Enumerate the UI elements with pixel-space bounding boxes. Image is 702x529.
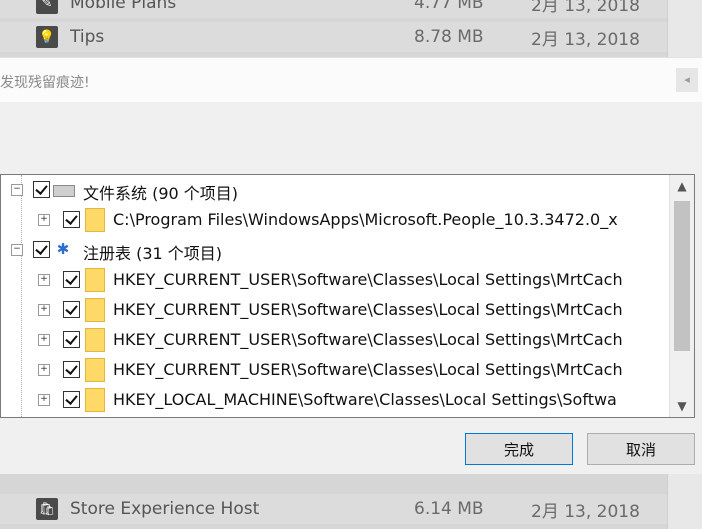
app-date: 2月 13, 2018 (531, 501, 640, 522)
expand-toggle[interactable]: + (38, 274, 50, 286)
leftovers-dialog: 发现残留痕迹! ◂ − 文件系统 (90 个项目) + C:\Program F… (0, 57, 702, 474)
tree-node-label: C:\Program Files\WindowsApps\Microsoft.P… (113, 210, 618, 229)
tree-node-label: HKEY_LOCAL_MACHINE\Software\Classes\Loca… (113, 390, 617, 409)
folder-icon (85, 358, 105, 382)
mobile-plans-icon: ✎ (36, 0, 58, 14)
app-name: Tips (70, 27, 105, 47)
app-size: 6.14 MB (414, 499, 484, 519)
collapse-toggle[interactable]: − (11, 244, 23, 256)
checkbox[interactable] (33, 241, 50, 258)
collapse-toggle[interactable]: − (11, 184, 23, 196)
tree-node-registry[interactable]: − ✱ 注册表 (31 个项目) (1, 235, 669, 265)
list-item[interactable]: 💡 Tips 8.78 MB 2月 13, 2018 (0, 22, 668, 52)
app-name: Mobile Plans (70, 0, 177, 13)
finish-button[interactable]: 完成 (465, 433, 573, 465)
tree-scrollbar[interactable]: ▲ ▼ (669, 175, 694, 417)
scroll-up-icon[interactable]: ▲ (670, 175, 694, 197)
list-item[interactable]: ✎ Mobile Plans 4.77 MB 2月 13, 2018 (0, 0, 668, 18)
tips-icon: 💡 (36, 26, 58, 48)
checkbox[interactable] (33, 181, 50, 198)
checkbox[interactable] (63, 271, 80, 288)
folder-icon (85, 388, 105, 412)
close-icon[interactable]: ◂ (676, 68, 698, 92)
tree-node[interactable]: + HKEY_CURRENT_USER\Software\Classes\Loc… (1, 295, 669, 325)
expand-toggle[interactable]: + (38, 394, 50, 406)
app-date: 2月 13, 2018 (531, 0, 640, 16)
checkbox[interactable] (63, 331, 80, 348)
checkbox[interactable] (63, 301, 80, 318)
tree-node-filesystem[interactable]: − 文件系统 (90 个项目) (1, 175, 669, 205)
tree-node[interactable]: + HKEY_CURRENT_USER\Software\Classes\Loc… (1, 325, 669, 355)
store-experience-host-icon: 🛍 (36, 498, 58, 520)
expand-toggle[interactable]: + (38, 214, 50, 226)
tree-node-label: HKEY_CURRENT_USER\Software\Classes\Local… (113, 270, 623, 289)
expand-toggle[interactable]: + (38, 304, 50, 316)
cancel-button[interactable]: 取消 (587, 433, 695, 465)
app-date: 2月 13, 2018 (531, 29, 640, 50)
scroll-thumb[interactable] (674, 201, 690, 351)
dialog-header: 发现残留痕迹! ◂ (0, 58, 702, 102)
tree-node[interactable]: + HKEY_CURRENT_USER\Software\Classes\Loc… (1, 355, 669, 385)
app-size: 8.78 MB (414, 27, 484, 47)
checkbox[interactable] (63, 391, 80, 408)
tree-node-label: HKEY_CURRENT_USER\Software\Classes\Local… (113, 360, 623, 379)
list-item[interactable]: 🛍 Store Experience Host 6.14 MB 2月 13, 2… (0, 494, 668, 524)
tree-node[interactable]: + HKEY_CURRENT_USER\Software\Classes\Loc… (1, 265, 669, 295)
registry-icon: ✱ (56, 240, 70, 258)
folder-icon (85, 268, 105, 292)
expand-toggle[interactable]: + (38, 334, 50, 346)
checkbox[interactable] (63, 361, 80, 378)
scroll-down-icon[interactable]: ▼ (670, 395, 694, 417)
tree-node-label: HKEY_CURRENT_USER\Software\Classes\Local… (113, 330, 623, 349)
tree-node-label: HKEY_CURRENT_USER\Software\Classes\Local… (113, 300, 623, 319)
checkbox[interactable] (63, 211, 80, 228)
folder-icon (85, 208, 105, 232)
drive-icon (53, 185, 75, 197)
tree-node-label: 注册表 (31 个项目) (83, 244, 223, 263)
folder-icon (85, 298, 105, 322)
tree-node-label: 文件系统 (90 个项目) (83, 184, 239, 203)
tree-node[interactable]: + HKEY_LOCAL_MACHINE\Software\Classes\Lo… (1, 385, 669, 415)
leftovers-tree: − 文件系统 (90 个项目) + C:\Program Files\Windo… (0, 174, 695, 418)
tree-node[interactable]: + C:\Program Files\WindowsApps\Microsoft… (1, 205, 669, 235)
expand-toggle[interactable]: + (38, 364, 50, 376)
app-size: 4.77 MB (414, 0, 484, 13)
dialog-message: 发现残留痕迹! (0, 75, 90, 91)
folder-icon (85, 328, 105, 352)
app-name: Store Experience Host (70, 499, 260, 519)
